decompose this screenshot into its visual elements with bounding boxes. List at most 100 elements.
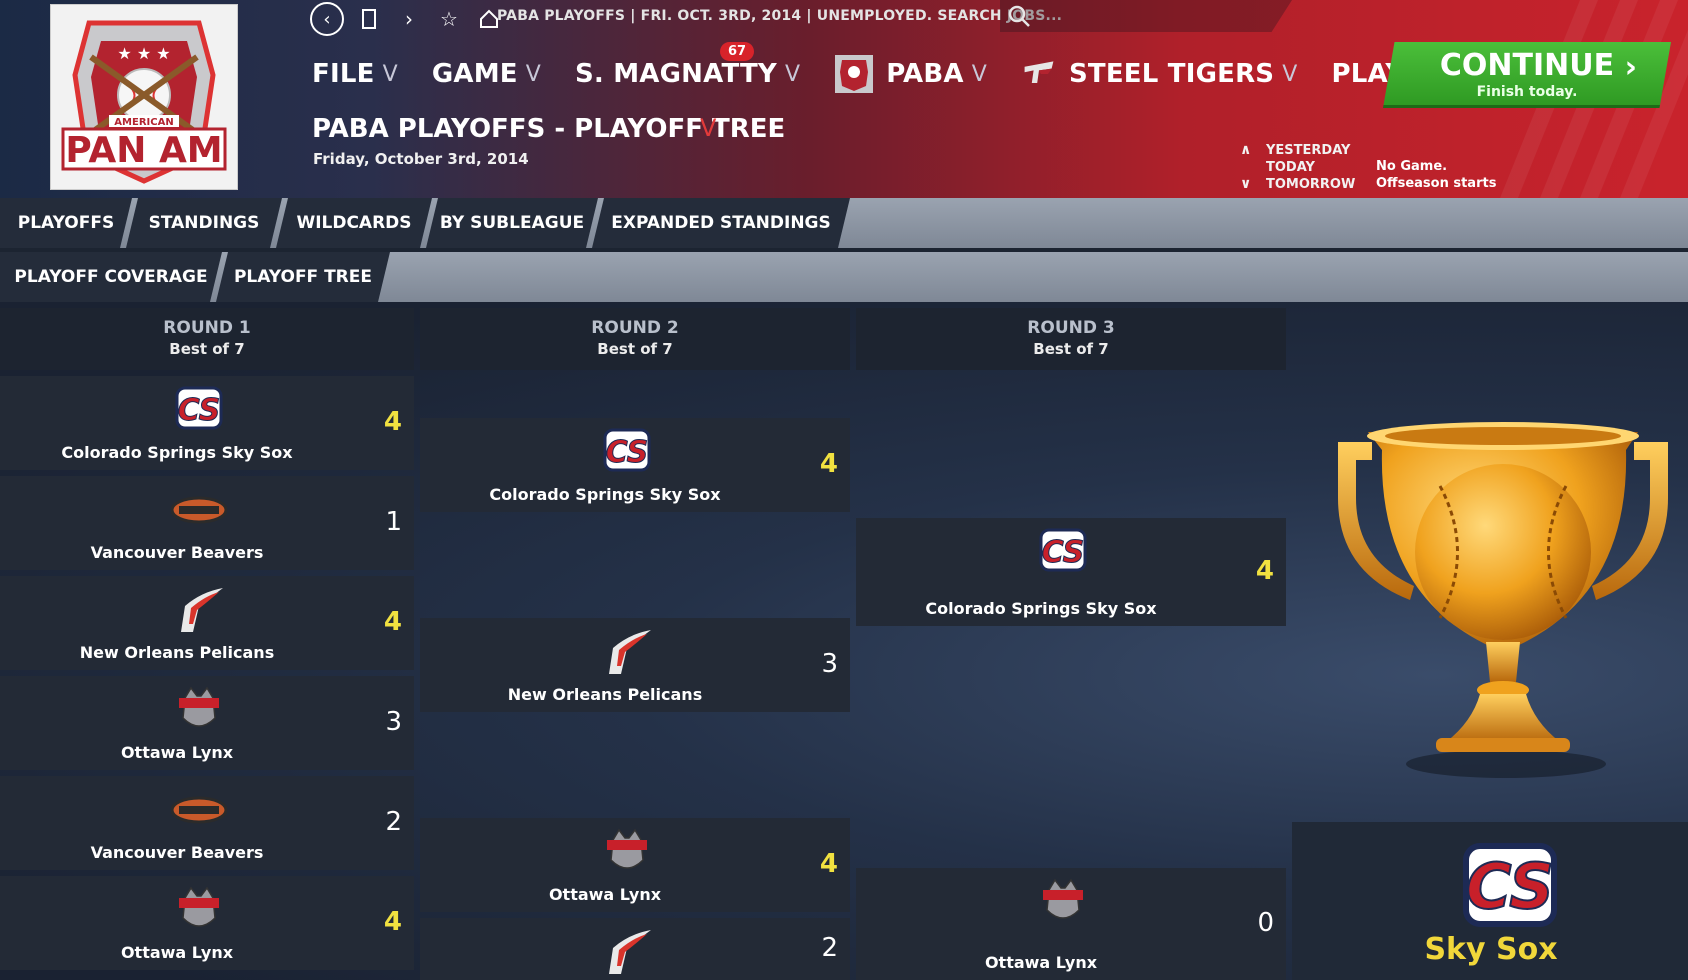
today-label[interactable]: TODAY — [1240, 159, 1355, 176]
team-logo-icon: CS — [171, 384, 227, 434]
team-name: Colorado Springs Sky Sox — [489, 485, 721, 504]
round2-team[interactable]: Ottawa Lynx 4 — [420, 818, 850, 912]
champion-panel[interactable]: CS Sky Sox — [1292, 822, 1688, 980]
team-logo-icon — [171, 884, 227, 934]
logo-wordmark: PAN AM — [65, 130, 222, 171]
continue-button[interactable]: CONTINUE Finish today. › — [1383, 42, 1671, 108]
tab-standings[interactable]: STANDINGS — [126, 198, 282, 248]
series-score: 3 — [385, 707, 402, 737]
team-logo-icon — [599, 826, 655, 876]
series-score: 0 — [1257, 908, 1274, 938]
chevron-down-icon[interactable]: V — [700, 114, 716, 142]
yesterday-button[interactable]: ∧ YESTERDAY — [1240, 142, 1355, 159]
round-3-header: ROUND 3 Best of 7 — [856, 308, 1286, 370]
star-icon[interactable]: ☆ — [434, 4, 464, 34]
back-icon[interactable]: ‹ — [310, 2, 344, 36]
search-input[interactable] — [1000, 0, 1292, 32]
tab-playoff-tree[interactable]: PLAYOFF TREE — [216, 252, 390, 302]
team-logo-icon — [171, 584, 227, 634]
series-score: 1 — [385, 507, 402, 537]
series-score: 4 — [383, 907, 402, 937]
menu-manager[interactable]: S. MAGNATTY V — [575, 59, 800, 89]
round2-team[interactable]: New Orleans Pelicans 3 — [420, 618, 850, 712]
secondary-tabs: PLAYOFF COVERAGE PLAYOFF TREE — [0, 252, 1688, 302]
round1-team[interactable]: Ottawa Lynx 3 — [0, 676, 414, 770]
team-name: New Orleans Pelicans — [79, 643, 275, 662]
round-1-header: ROUND 1 Best of 7 — [0, 308, 414, 370]
team-logo-icon — [170, 784, 228, 834]
chevron-down-icon: V — [784, 61, 801, 87]
team-logo-icon — [599, 926, 655, 976]
series-score: 3 — [821, 649, 838, 679]
svg-text:CS: CS — [606, 435, 649, 470]
league-mini-logo — [835, 55, 874, 93]
day-navigator: ∧ YESTERDAY TODAY ∨ TOMORROW — [1240, 142, 1355, 193]
tomorrow-button[interactable]: ∨ TOMORROW — [1240, 176, 1355, 193]
team-name: Ottawa Lynx — [120, 943, 234, 962]
series-score: 4 — [819, 849, 838, 879]
tab-by-subleague[interactable]: BY SUBLEAGUE — [426, 198, 598, 248]
menu-team[interactable]: STEEL TIGERS V — [1021, 56, 1298, 92]
team-name: Ottawa Lynx — [984, 953, 1098, 972]
round2-team[interactable]: 2 — [420, 918, 850, 980]
tab-wildcards[interactable]: WILDCARDS — [276, 198, 432, 248]
round1-team[interactable]: Vancouver Beavers 2 — [0, 776, 414, 870]
chevron-down-icon: V — [971, 61, 987, 87]
series-score: 4 — [819, 449, 838, 479]
tab-expanded-standings[interactable]: EXPANDED STANDINGS — [592, 198, 850, 248]
menu-league[interactable]: PABA V — [834, 54, 987, 94]
chevron-down-icon: V — [1282, 61, 1298, 87]
team-name: Colorado Springs Sky Sox — [925, 599, 1157, 618]
league-logo[interactable]: ★ ★ ★ AMERICAN PAN AM — [50, 4, 238, 190]
tab-playoffs[interactable]: PLAYOFFS — [0, 198, 132, 248]
champion-logo: CS — [1463, 843, 1557, 927]
continue-sublabel: Finish today. — [1476, 84, 1578, 100]
round2-team[interactable]: CS Colorado Springs Sky Sox 4 — [420, 418, 850, 512]
round1-team[interactable]: CS Colorado Springs Sky Sox 4 — [0, 376, 414, 470]
team-name: Ottawa Lynx — [120, 743, 234, 762]
round-2-header: ROUND 2 Best of 7 — [420, 308, 850, 370]
page-date: Friday, October 3rd, 2014 — [313, 150, 529, 168]
search-icon[interactable] — [1007, 4, 1031, 32]
breadcrumb[interactable]: PABA PLAYOFFS | FRI. OCT. 3RD, 2014 | UN… — [497, 8, 1062, 24]
series-score: 4 — [383, 607, 402, 637]
logo-subtext: AMERICAN — [114, 117, 173, 128]
round1-team[interactable]: Ottawa Lynx 4 — [0, 876, 414, 970]
team-logo-icon — [171, 684, 227, 734]
bookmark-icon[interactable] — [354, 4, 384, 34]
round3-team[interactable]: Ottawa Lynx 0 — [856, 868, 1286, 980]
series-score: 2 — [385, 807, 402, 837]
team-name: Colorado Springs Sky Sox — [61, 443, 293, 462]
trophy-icon — [1290, 302, 1688, 822]
champion-name: Sky Sox — [1424, 932, 1558, 967]
team-mini-logo — [1024, 61, 1054, 83]
team-logo-icon — [599, 626, 655, 676]
chevron-down-icon: V — [382, 61, 398, 87]
team-logo-icon — [170, 484, 228, 534]
svg-text:CS: CS — [178, 393, 221, 428]
forward-icon[interactable]: › — [394, 4, 424, 34]
menu-file[interactable]: FILE V — [312, 59, 398, 89]
primary-tabs: PLAYOFFS STANDINGS WILDCARDS BY SUBLEAGU… — [0, 198, 1688, 248]
round1-team[interactable]: New Orleans Pelicans 4 — [0, 576, 414, 670]
chevron-down-icon: ∨ — [1240, 176, 1252, 192]
team-name: New Orleans Pelicans — [507, 685, 703, 704]
tab-playoff-coverage[interactable]: PLAYOFF COVERAGE — [0, 252, 222, 302]
team-name: Vancouver Beavers — [90, 843, 264, 862]
team-name: Ottawa Lynx — [548, 885, 662, 904]
team-logo-icon: CS — [599, 426, 655, 476]
team-logo-icon: CS — [1035, 526, 1091, 576]
chevron-down-icon: V — [525, 61, 541, 87]
team-name: Vancouver Beavers — [90, 543, 264, 562]
round3-team[interactable]: CS Colorado Springs Sky Sox 4 — [856, 518, 1286, 626]
top-header: ★ ★ ★ AMERICAN PAN AM ‹ › ☆ PABA PLAYOFF… — [0, 0, 1688, 198]
series-score: 2 — [821, 933, 838, 963]
menu-game[interactable]: GAME V — [432, 59, 541, 89]
svg-text:★ ★ ★: ★ ★ ★ — [117, 44, 170, 63]
chevron-right-icon: › — [1624, 50, 1637, 85]
svg-text:CS: CS — [1466, 850, 1554, 923]
team-logo-icon — [1035, 876, 1091, 926]
round1-team[interactable]: Vancouver Beavers 1 — [0, 476, 414, 570]
notification-badge: 67 — [720, 42, 755, 61]
series-score: 4 — [383, 407, 402, 437]
